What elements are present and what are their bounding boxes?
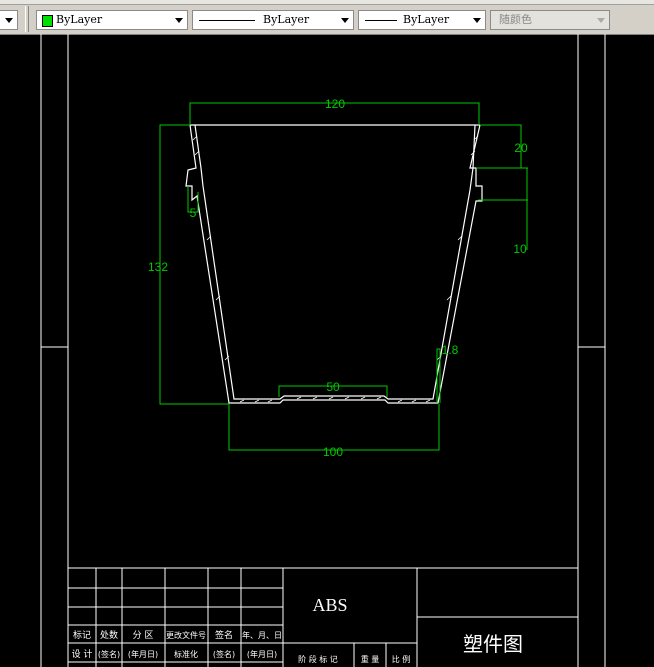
title-block-text: 标记 处数 分 区 更改文件号 签名 年、月、日 设 计 (签名) (年月日) … — [72, 595, 523, 664]
weight-label: 重 量 — [361, 654, 380, 664]
plotstyle-dropdown[interactable]: 随颜色 — [490, 10, 610, 30]
lineweight-sample-icon — [365, 20, 397, 21]
dimension-labels: 120 132 20 10 5 1.8 50 100 — [148, 97, 528, 459]
dim-groove-height: 10 — [513, 242, 527, 256]
drawing-canvas[interactable]: 120 132 20 10 5 1.8 50 100 标记 处数 分 区 更改文… — [0, 34, 654, 667]
part-geometry — [185, 124, 483, 404]
dim-wall-thickness: 1.8 — [442, 343, 459, 357]
dim-height: 132 — [148, 260, 168, 274]
color-dropdown[interactable]: ByLayer — [36, 10, 188, 30]
standardization-label: 标准化 — [174, 649, 198, 659]
header-signature: 签名 — [215, 629, 233, 641]
color-value: ByLayer — [56, 13, 103, 26]
color-swatch-icon — [42, 15, 53, 27]
linetype-sample-icon — [199, 20, 255, 21]
toolbar-top-strip — [0, 0, 654, 5]
design-date: (年月日) — [128, 649, 158, 659]
chevron-down-icon — [597, 18, 605, 23]
drawing-title: 塑件图 — [463, 632, 523, 656]
lineweight-dropdown[interactable]: ByLayer — [358, 10, 486, 30]
linetype-dropdown[interactable]: ByLayer — [192, 10, 354, 30]
header-zone: 分 区 — [133, 630, 154, 641]
header-date: 年、月、日 — [242, 630, 282, 640]
linetype-value: ByLayer — [263, 13, 310, 26]
dim-hook-width: 5 — [190, 206, 197, 220]
lineweight-value: ByLayer — [403, 13, 450, 26]
material-label: ABS — [312, 595, 347, 615]
chevron-down-icon — [473, 18, 481, 23]
scale-label: 比 例 — [392, 654, 411, 664]
header-count: 处数 — [100, 629, 118, 641]
standardization-date: (年月日) — [247, 649, 277, 659]
design-signature: (签名) — [98, 649, 120, 659]
chevron-down-icon — [341, 18, 349, 23]
dim-bottom-width: 100 — [323, 445, 343, 459]
dim-rim-depth: 20 — [514, 141, 528, 155]
design-label: 设 计 — [72, 648, 93, 660]
plotstyle-value: 随颜色 — [499, 13, 532, 26]
phase-mark-label: 阶 段 标 记 — [298, 654, 338, 664]
chevron-down-icon — [175, 18, 183, 23]
properties-toolbar: ByLayer ByLayer ByLayer 随颜色 — [0, 0, 654, 35]
dim-top-width: 120 — [325, 97, 345, 111]
header-change-doc: 更改文件号 — [166, 630, 206, 640]
toolbar-grip[interactable] — [25, 6, 29, 32]
drawing-frame — [40, 34, 606, 667]
dim-bottom-recess: 50 — [326, 380, 340, 394]
standardization-signature: (签名) — [213, 649, 235, 659]
layer-dropdown-partial[interactable] — [0, 10, 18, 30]
chevron-down-icon — [5, 18, 13, 23]
header-mark: 标记 — [73, 629, 91, 641]
